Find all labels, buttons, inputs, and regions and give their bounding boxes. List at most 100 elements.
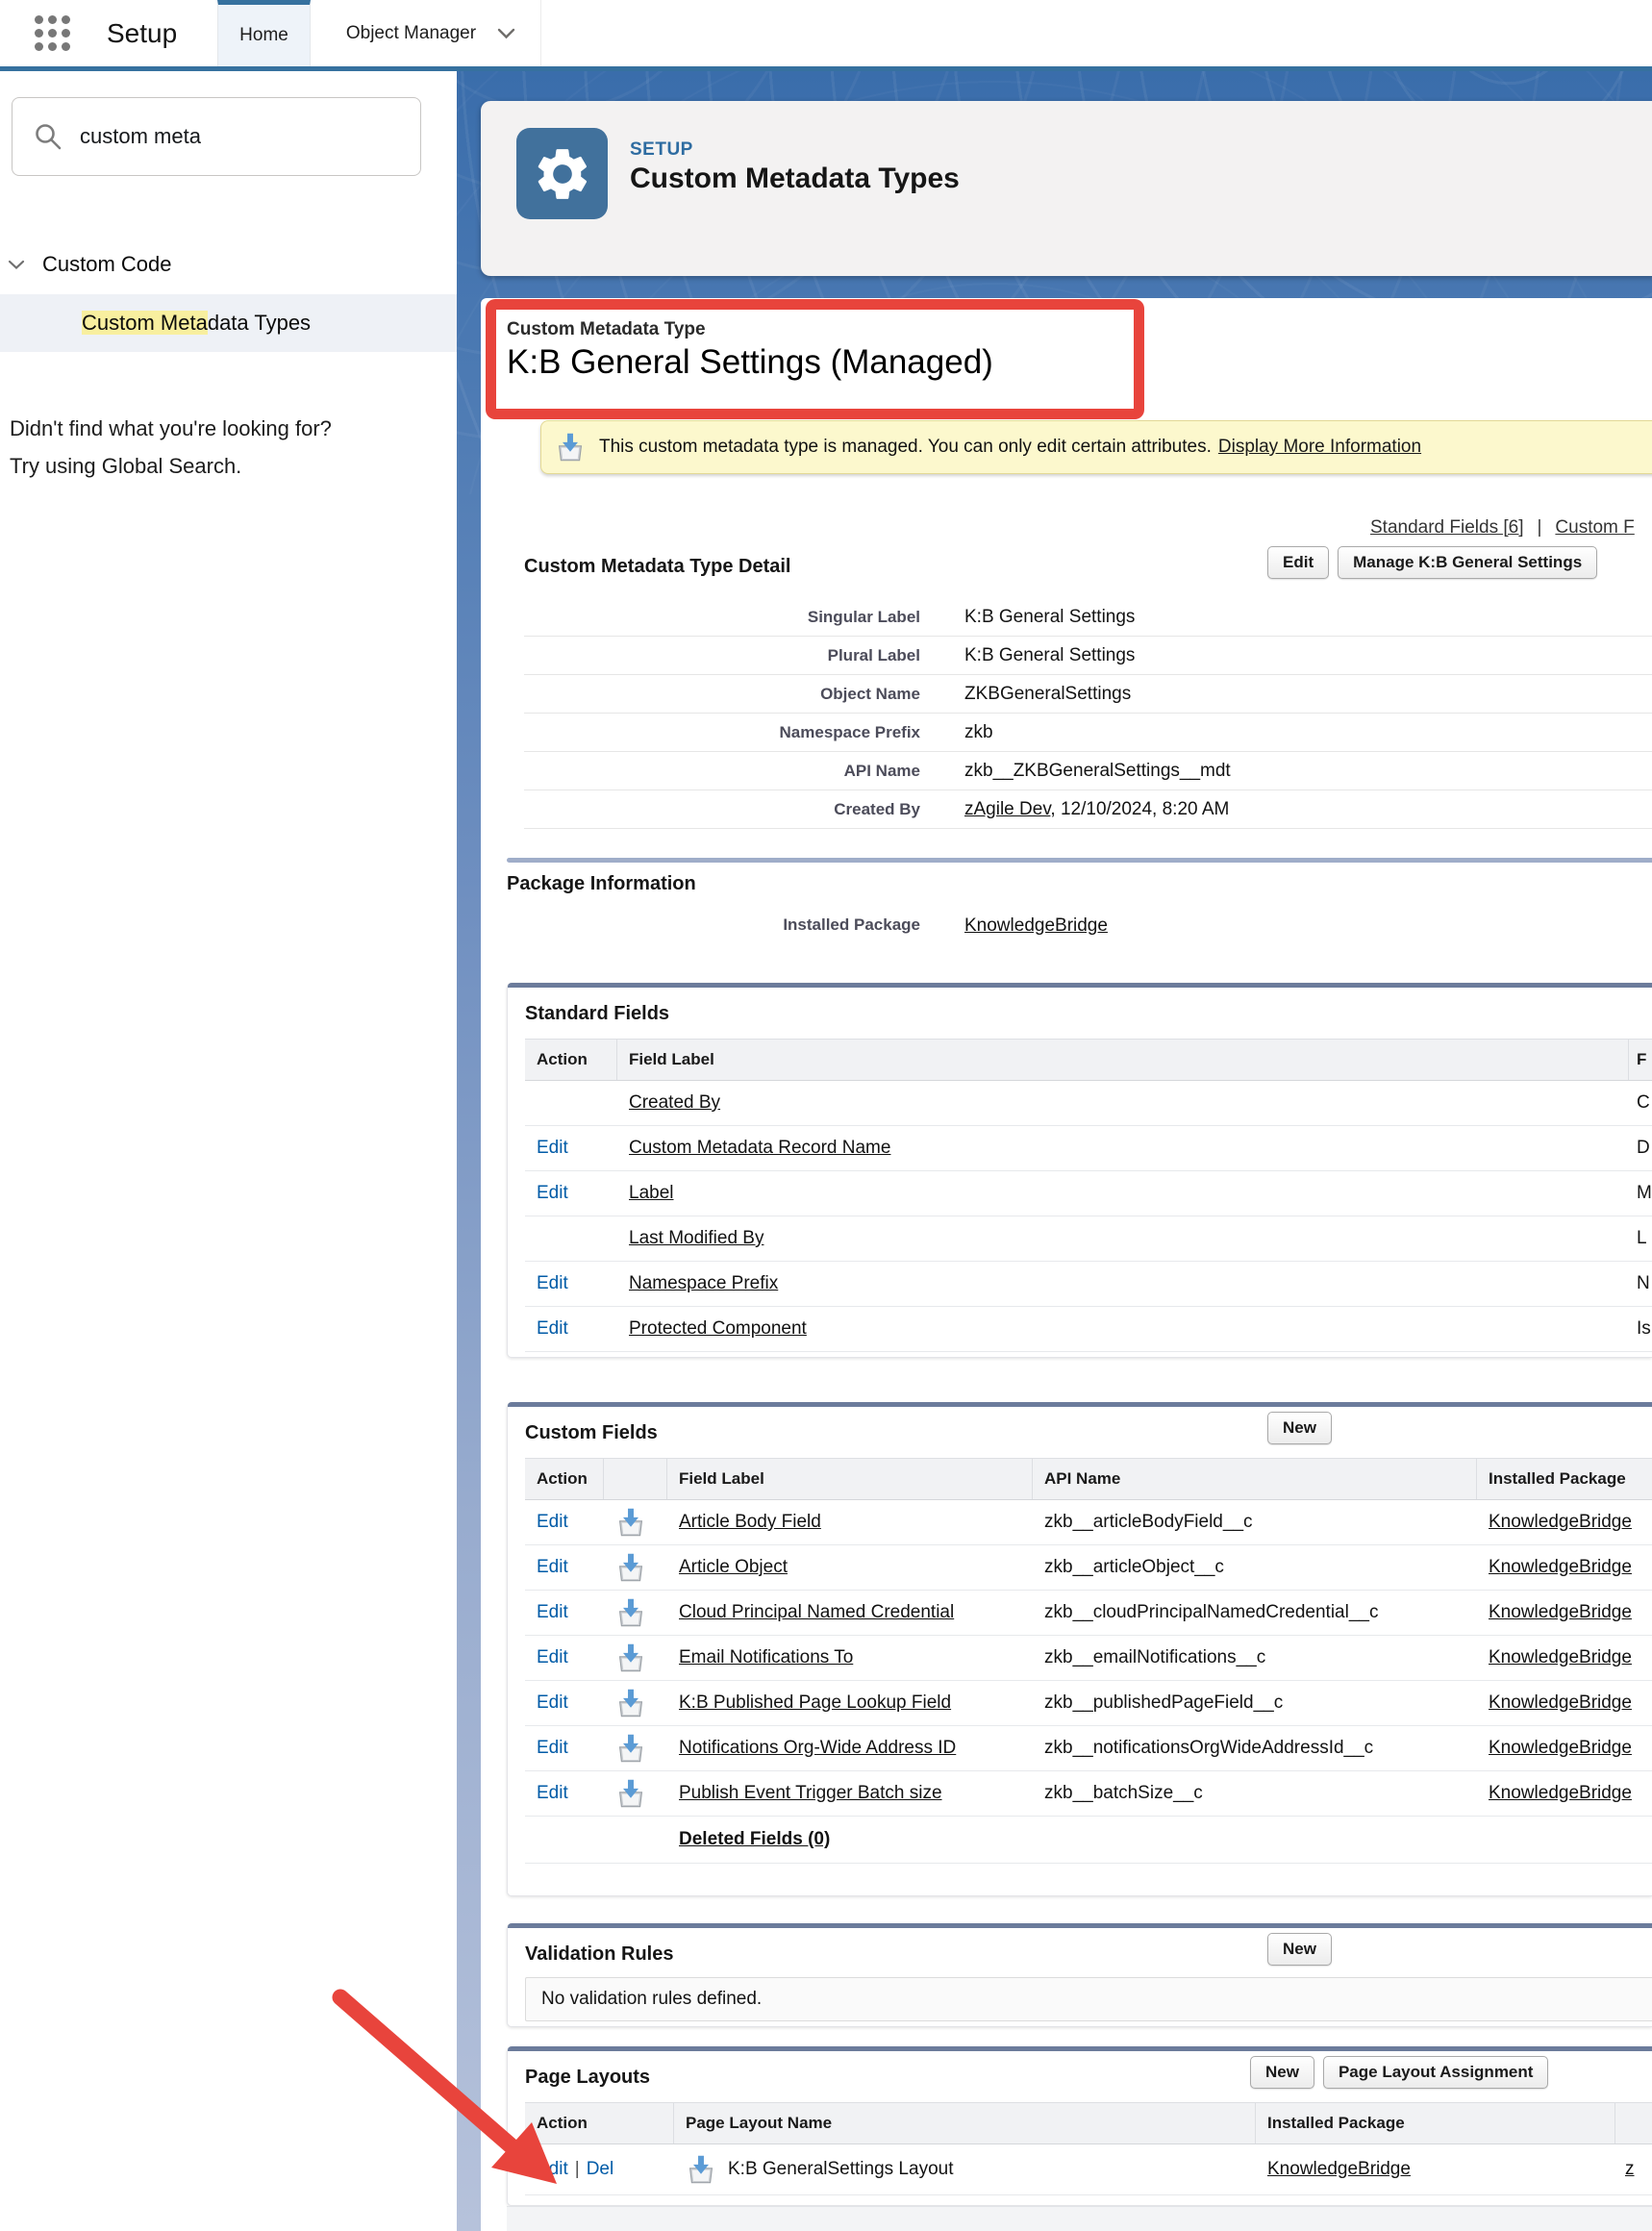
chevron-down-icon [497,28,515,39]
field-label-link[interactable]: Protected Component [629,1318,807,1340]
package-icon [615,1507,646,1538]
next-section-gap [507,2206,1652,2231]
edit-link[interactable]: Edit [537,1138,568,1159]
app-title: Setup [107,18,177,49]
edit-link[interactable]: Edit [537,1273,568,1294]
cell-api-name: zkb__articleObject__c [1033,1557,1477,1578]
column-header-api-name: API Name [1033,1459,1477,1499]
installed-package-link[interactable]: KnowledgeBridge [1489,1512,1632,1533]
installed-package-link[interactable]: KnowledgeBridge [1489,1557,1632,1578]
cell-field-label: K:B Published Page Lookup Field [667,1692,1033,1714]
display-more-information-link[interactable]: Display More Information [1218,437,1421,458]
quick-link[interactable]: Custom F [1555,517,1634,538]
validation-rules-empty-text: No validation rules defined. [541,1989,762,2010]
edit-link[interactable]: Edit [537,1783,568,1804]
page-layouts-section: Page Layouts NewPage Layout Assignment A… [507,2046,1652,2206]
field-label-link[interactable]: Email Notifications To [679,1647,853,1668]
detail-row: Namespace Prefixzkb [524,714,1652,752]
edit-link[interactable]: Edit [537,1602,568,1623]
installed-package-link[interactable]: KnowledgeBridge [1267,2159,1411,2180]
field-label-link[interactable]: Cloud Principal Named Credential [679,1602,954,1623]
installed-package-link[interactable]: KnowledgeBridge [1489,1738,1632,1759]
installed-package-link[interactable]: KnowledgeBridge [964,915,1108,936]
validation-rules-section: Validation Rules New No validation rules… [507,1923,1652,2027]
cell-action: Edit [525,1318,617,1340]
created-by-user-link[interactable]: zAgile Dev [964,799,1050,819]
cell-action: Edit [525,1602,604,1623]
field-label-link[interactable]: Namespace Prefix [629,1273,778,1294]
field-label-link[interactable]: Article Body Field [679,1512,821,1533]
field-label-link[interactable]: Article Object [679,1557,788,1578]
package-icon [615,1688,646,1718]
edit-link[interactable]: Edit [537,1692,568,1714]
edit-button[interactable]: Edit [1267,546,1329,579]
detail-rows: Singular LabelK:B General SettingsPlural… [524,598,1652,829]
custom-fields-header-row: Action Field Label API Name Installed Pa… [525,1458,1652,1500]
table-row: EditProtected ComponentIs [525,1307,1652,1352]
package-icon [615,1778,646,1809]
field-label-link[interactable]: Last Modified By [629,1228,763,1249]
cell-field-label: Label [617,1183,1629,1204]
app-launcher-icon[interactable] [35,15,70,51]
detail-buttons: Edit Manage K:B General Settings [1267,546,1597,579]
edit-link[interactable]: Edit [537,1647,568,1668]
del-link[interactable]: Del [587,2159,614,2180]
edit-link[interactable]: Edit [537,1512,568,1533]
installed-package-label: Installed Package [524,915,920,935]
sidebar-item-custom-metadata-types[interactable]: Custom Metadata Types [0,294,457,352]
package-icon [615,1597,646,1628]
cell-package-icon [604,1507,667,1538]
table-row: EditK:B Published Page Lookup Fieldzkb__… [525,1681,1652,1726]
cell-partial: z [1615,2159,1652,2180]
notfound-line1: Didn't find what you're looking for? [10,416,332,440]
field-label-link[interactable]: Custom Metadata Record Name [629,1138,890,1159]
field-label-link[interactable]: Notifications Org-Wide Address ID [679,1738,956,1759]
search-input[interactable] [78,123,399,150]
table-row: EditNotifications Org-Wide Address IDzkb… [525,1726,1652,1771]
edit-link[interactable]: Edit [537,1318,568,1340]
field-label-link[interactable]: Label [629,1183,674,1204]
table-row: EditLabelM [525,1171,1652,1216]
standard-fields-section: Standard Fields Action Field Label F Cre… [507,983,1652,1358]
quick-link[interactable]: Standard Fields [6] [1370,517,1523,538]
page-layout-assignment-button[interactable]: Page Layout Assignment [1323,2056,1548,2089]
sidebar-section-label: Custom Code [42,252,172,277]
installed-package-link[interactable]: KnowledgeBridge [1489,1647,1632,1668]
table-row: Created ByC [525,1081,1652,1126]
field-label-link[interactable]: Publish Event Trigger Batch size [679,1783,942,1804]
custom-fields-new-button[interactable]: New [1267,1412,1332,1444]
edit-link[interactable]: Edit [537,2159,568,2180]
setup-sidebar: Custom Code Custom Metadata Types Didn't… [0,71,457,2231]
cell-field-label: Article Object [667,1557,1033,1578]
edit-link[interactable]: Edit [537,1183,568,1204]
section-accent-bar [508,2046,1652,2051]
tab-object-manager[interactable]: Object Manager [311,0,541,66]
detail-row: API Namezkb__ZKBGeneralSettings__mdt [524,752,1652,790]
sidebar-section-custom-code[interactable]: Custom Code [8,252,172,277]
installed-package-link[interactable]: KnowledgeBridge [1489,1692,1632,1714]
manage-records-button[interactable]: Manage K:B General Settings [1338,546,1597,579]
package-info-section-bar [507,858,1652,863]
field-label-link[interactable]: K:B Published Page Lookup Field [679,1692,951,1714]
cell-action: Edit [525,1512,604,1533]
partial-link[interactable]: z [1625,2159,1635,2180]
tab-home[interactable]: Home [217,0,311,66]
field-label-link[interactable]: Created By [629,1092,720,1114]
edit-link[interactable]: Edit [537,1738,568,1759]
column-header-field-name-partial: F [1629,1040,1652,1080]
deleted-fields-link[interactable]: Deleted Fields (0) [679,1829,830,1850]
managed-info-banner: This custom metadata type is managed. Yo… [540,420,1652,474]
cell-field-name-partial: L [1629,1228,1652,1249]
cell-package-icon [604,1642,667,1673]
edit-link[interactable]: Edit [537,1557,568,1578]
installed-package-link[interactable]: KnowledgeBridge [1489,1783,1632,1804]
detail-value: K:B General Settings [964,645,1135,665]
validation-rules-new-button[interactable]: New [1267,1933,1332,1966]
package-info-row: Installed Package KnowledgeBridge [524,915,1652,937]
page-title: Custom Metadata Types [630,163,960,195]
setup-search[interactable] [12,97,421,176]
cell-installed-package: KnowledgeBridge [1477,1738,1652,1759]
installed-package-link[interactable]: KnowledgeBridge [1489,1602,1632,1623]
section-quick-links: Standard Fields [6]|Custom F [1370,517,1635,539]
page-layouts-new-button[interactable]: New [1250,2056,1314,2089]
